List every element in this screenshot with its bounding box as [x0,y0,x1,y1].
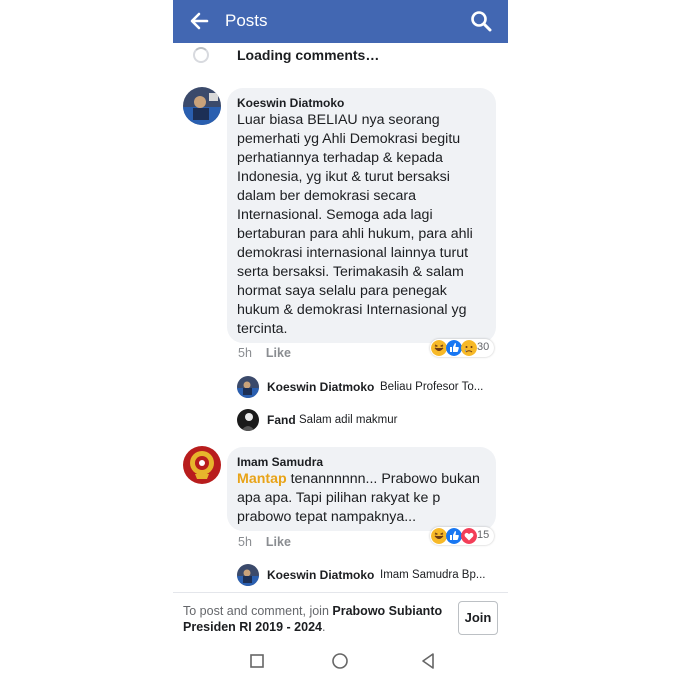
reply-author[interactable]: Fand [267,413,296,427]
avatar[interactable] [237,564,259,586]
reply-item[interactable]: Koeswin Diatmoko Beliau Profesor To... [237,376,497,400]
recent-apps-icon[interactable] [248,652,266,670]
loading-spinner-icon [193,47,209,63]
avatar[interactable] [183,87,221,125]
loading-text: Loading comments… [237,47,380,63]
join-prompt-prefix: To post and comment, join [183,604,333,618]
comment-line: tercinta. [237,321,288,337]
comment-line: hukum & demokrasi Internasional yg [237,302,467,318]
comment-line: pemerhati yg Ahli Demokrasi begitu [237,131,461,147]
comment-meta: 5h Like [238,535,291,549]
like-button[interactable]: Like [266,346,291,360]
love-reaction-icon [461,528,477,544]
reply-text: Imam Samudra Bp... [380,569,486,581]
comment-line: dalam ber demokrasi secara [237,188,416,204]
system-nav-bar [173,642,508,680]
join-button[interactable]: Join [458,601,498,635]
page-title: Posts [225,11,268,30]
reaction-count: 30 [477,341,490,353]
top-app-bar: Posts [173,0,508,43]
comment-bubble[interactable]: Koeswin Diatmoko Luar biasa BELIAU nya s… [227,88,496,343]
reaction-summary[interactable]: 15 [430,527,494,545]
reaction-count: 15 [477,529,490,541]
sad-reaction-icon [461,340,477,356]
comment-meta: 5h Like [238,346,291,360]
comment-bubble[interactable]: Imam Samudra Mantap tenannnnnn... Prabow… [227,447,496,531]
like-button[interactable]: Like [266,535,291,549]
comment-author[interactable]: Koeswin Diatmoko [237,96,344,110]
app-screen: Posts Loading comments… Koeswin Diatmoko… [173,0,508,680]
reply-author[interactable]: Koeswin Diatmoko [267,380,374,394]
reply-author[interactable]: Koeswin Diatmoko [267,568,374,582]
like-reaction-icon [446,340,462,356]
comment-line: serta bersaksi. Terimakasih & salam [237,264,464,280]
reply-text: Salam adil makmur [299,414,398,426]
reply-text: Beliau Profesor To... [380,381,484,393]
comment-line: perhatiannya terhadap & kepada [237,150,443,166]
search-icon[interactable] [470,10,492,32]
back-arrow-icon[interactable] [189,10,209,32]
home-icon[interactable] [331,652,349,670]
comment-text: Luar biasa BELIAU nya seorang pemerhati … [237,111,495,339]
comment-text: Mantap tenannnnnn... Prabowo bukan apa a… [237,470,495,527]
comment-line: bertaburan para ahli hukum, para ahli [237,226,473,242]
avatar[interactable] [237,409,259,431]
haha-reaction-icon [431,340,447,356]
avatar[interactable] [183,446,221,484]
reaction-summary[interactable]: 30 [430,339,494,357]
comment-time: 5h [238,346,252,360]
avatar[interactable] [237,376,259,398]
comment-highlight: Mantap [237,471,287,487]
comment-line: hormat saya selalu para penegak [237,283,447,299]
comment-line: demokrasi internasional lainnya turut [237,245,469,261]
join-prompt-suffix: . [321,620,326,634]
comment-author[interactable]: Imam Samudra [237,455,323,469]
reply-item[interactable]: Koeswin Diatmoko Imam Samudra Bp... [237,564,497,588]
comment-line: prabowo tepat nampaknya... [237,509,417,525]
comment-time: 5h [238,535,252,549]
comment-line-text: tenannnnnn... Prabowo bukan [286,471,480,487]
comment-line: Internasional. Semoga ada lagi [237,207,433,223]
like-reaction-icon [446,528,462,544]
comment-line: Luar biasa BELIAU nya seorang [237,112,440,128]
comment-line: apa apa. Tapi pilihan rakyat ke p [237,490,441,506]
comment-line: Indonesia, yg ikut & turut bersaksi [237,169,450,185]
reply-item[interactable]: Fand Salam adil makmur [237,409,497,433]
join-group-bar: To post and comment, join Prabowo Subian… [173,592,508,643]
comment-line: Mantap tenannnnnn... Prabowo bukan [237,470,495,489]
haha-reaction-icon [431,528,447,544]
join-prompt: To post and comment, join Prabowo Subian… [183,603,453,635]
loading-comments-row: Loading comments… [193,46,503,66]
back-icon[interactable] [419,652,437,670]
